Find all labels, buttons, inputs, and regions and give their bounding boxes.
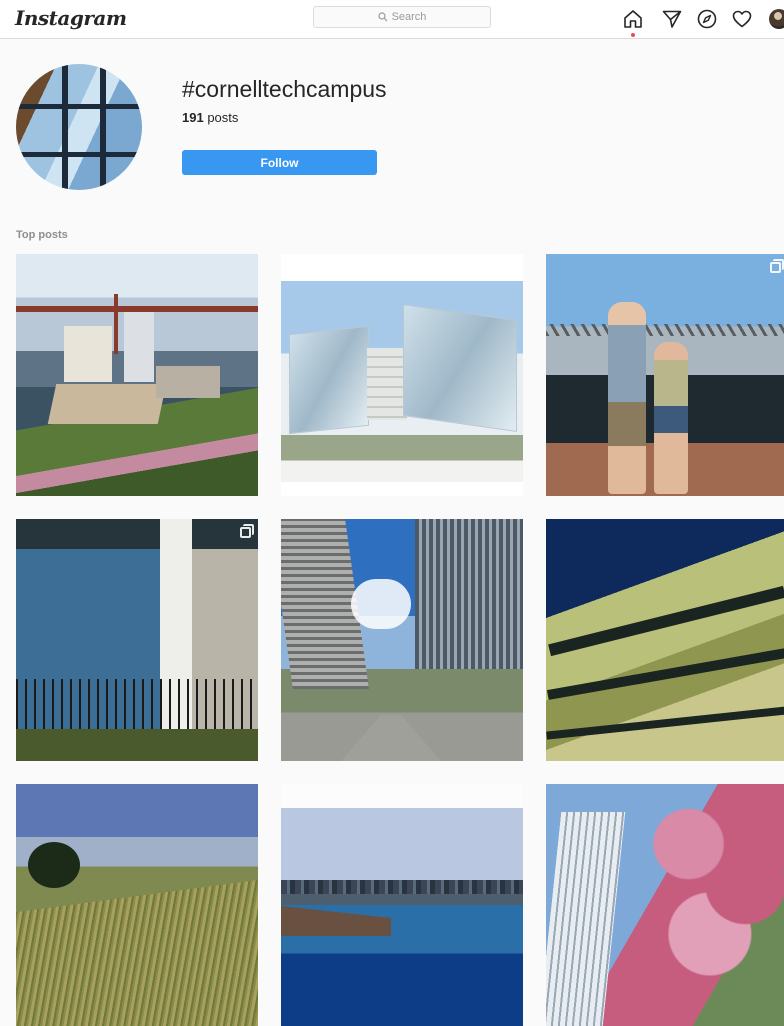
roof-shape bbox=[16, 519, 258, 549]
glass-building-shape bbox=[289, 325, 369, 435]
hashtag-cover-image bbox=[16, 64, 142, 190]
plants-shape bbox=[16, 729, 258, 761]
posts-count-number: 191 bbox=[182, 110, 204, 125]
building-shape bbox=[156, 366, 220, 398]
post-tile-9[interactable] bbox=[546, 784, 784, 1026]
facade-stripe-shape bbox=[546, 706, 784, 740]
home-icon[interactable] bbox=[622, 8, 644, 37]
facade-stripe-shape bbox=[548, 585, 784, 657]
cloud-shape bbox=[351, 579, 411, 629]
hashtag-title: #cornelltechcampus bbox=[182, 76, 387, 102]
post-tile-1[interactable] bbox=[16, 254, 258, 496]
posts-count: 191 posts bbox=[182, 110, 238, 125]
direct-message-icon[interactable] bbox=[661, 8, 683, 30]
post-tile-2[interactable] bbox=[281, 254, 523, 496]
person-shape bbox=[608, 302, 646, 494]
cherry-blossom-shape bbox=[646, 784, 784, 984]
search-input[interactable]: Search bbox=[313, 6, 491, 28]
post-tile-7[interactable] bbox=[16, 784, 258, 1026]
search-placeholder: Search bbox=[391, 11, 427, 23]
post-tile-6[interactable] bbox=[546, 519, 784, 761]
building-shape bbox=[64, 326, 112, 382]
notification-dot bbox=[631, 33, 635, 37]
posts-count-label: posts bbox=[207, 110, 239, 125]
instagram-logo[interactable]: Instagram bbox=[15, 6, 127, 30]
heart-activity-icon[interactable] bbox=[731, 8, 753, 30]
post-tile-3[interactable] bbox=[546, 254, 784, 496]
shore-shape bbox=[281, 906, 391, 936]
building-shape bbox=[367, 348, 407, 420]
glass-building-shape bbox=[403, 303, 517, 433]
post-tile-8[interactable] bbox=[281, 784, 523, 1026]
building-shape bbox=[47, 384, 167, 424]
bridge-shape bbox=[546, 324, 784, 336]
explore-compass-icon[interactable] bbox=[696, 8, 718, 30]
rendering-image bbox=[281, 268, 523, 482]
railing-shape bbox=[16, 679, 258, 729]
building-shape bbox=[124, 312, 154, 382]
grass-shape bbox=[16, 880, 258, 1026]
tower-shape bbox=[546, 812, 626, 1026]
bridge-tower-shape bbox=[114, 294, 118, 354]
person-shape bbox=[654, 342, 688, 494]
tree-shape bbox=[28, 842, 80, 888]
path-shape bbox=[341, 715, 441, 761]
post-tile-4[interactable] bbox=[16, 519, 258, 761]
profile-avatar[interactable] bbox=[769, 9, 784, 29]
skyline-shape bbox=[281, 880, 523, 894]
carousel-icon bbox=[240, 524, 254, 538]
tower-shape bbox=[415, 519, 523, 669]
top-posts-label: Top posts bbox=[16, 229, 68, 241]
carousel-icon bbox=[770, 259, 784, 273]
follow-button[interactable]: Follow bbox=[182, 150, 377, 175]
facade-stripe-shape bbox=[546, 648, 784, 700]
top-nav-bar: Instagram Search bbox=[0, 0, 784, 39]
post-tile-5[interactable] bbox=[281, 519, 523, 761]
search-icon bbox=[377, 12, 387, 22]
